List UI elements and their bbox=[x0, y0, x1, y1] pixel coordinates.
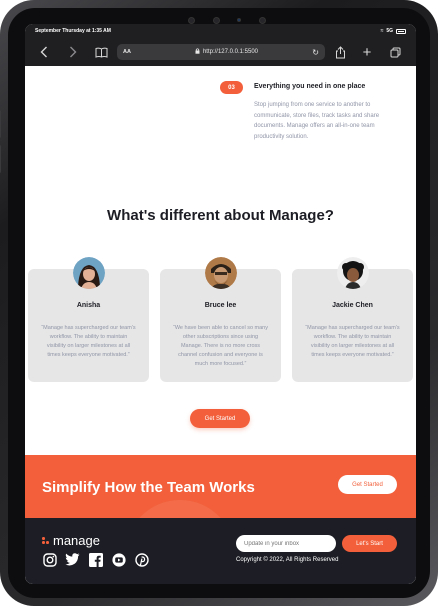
bookmarks-icon[interactable] bbox=[94, 45, 108, 59]
cta-get-started-button[interactable]: Get Started bbox=[338, 475, 397, 494]
battery-icon bbox=[396, 28, 406, 34]
youtube-icon[interactable] bbox=[111, 552, 126, 567]
testimonial-quote: “We have been able to cancel so many oth… bbox=[173, 325, 268, 367]
feature-number-badge: 03 bbox=[220, 81, 243, 94]
logo-text: manage bbox=[53, 533, 100, 548]
footer: manage Let's Start bbox=[25, 518, 416, 584]
feature-description: Stop jumping from one service to another… bbox=[254, 102, 380, 140]
sensor-dot bbox=[188, 16, 195, 24]
screen: September Thursday at 1:35 AM ≈ 5G AA ht… bbox=[25, 24, 416, 584]
chevron-right-icon[interactable] bbox=[66, 45, 80, 59]
volume-button bbox=[0, 110, 1, 138]
cta-title: Simplify How the Team Works bbox=[42, 479, 255, 496]
testimonial-name: Anisha bbox=[76, 302, 101, 309]
avatar bbox=[73, 257, 105, 289]
browser-toolbar: AA http://127.0.0.1:5500 ↻ + bbox=[25, 38, 416, 66]
signal-label: 5G bbox=[386, 28, 393, 34]
testimonials-heading: What's different about Manage? bbox=[107, 207, 334, 224]
newsletter-submit-button[interactable]: Let's Start bbox=[342, 535, 397, 552]
copyright-text: Copyright © 2022, All Rights Reserved bbox=[236, 557, 339, 563]
facebook-icon[interactable] bbox=[88, 552, 103, 567]
page-content: 03 Everything you need in one place Stop… bbox=[25, 66, 416, 584]
camera-lens bbox=[237, 18, 242, 22]
testimonial-quote: “Manage has supercharged our team’s work… bbox=[305, 325, 400, 358]
address-bar[interactable]: AA http://127.0.0.1:5500 ↻ bbox=[117, 44, 325, 60]
url-text: http://127.0.0.1:5500 bbox=[202, 49, 258, 55]
instagram-icon[interactable] bbox=[42, 552, 57, 567]
avatar bbox=[337, 257, 369, 289]
reload-icon[interactable]: ↻ bbox=[312, 48, 319, 57]
newsletter-input[interactable] bbox=[236, 535, 336, 552]
status-datetime: September Thursday at 1:35 AM bbox=[35, 28, 111, 34]
lock-icon bbox=[195, 48, 200, 56]
logo[interactable]: manage bbox=[42, 533, 100, 548]
avatar bbox=[205, 257, 237, 289]
sensor-dot bbox=[212, 16, 220, 24]
twitter-icon[interactable] bbox=[65, 552, 80, 567]
new-tab-icon[interactable]: + bbox=[360, 44, 374, 61]
decorative-circle bbox=[125, 500, 235, 518]
testimonial-quote: “Manage has supercharged our team’s work… bbox=[41, 325, 136, 358]
share-icon[interactable] bbox=[333, 45, 347, 59]
text-size-button[interactable]: AA bbox=[123, 49, 131, 55]
status-bar: September Thursday at 1:35 AM ≈ 5G bbox=[25, 24, 416, 38]
camera-bar bbox=[188, 16, 266, 24]
social-links bbox=[42, 552, 149, 567]
volume-button bbox=[0, 145, 1, 173]
wifi-icon: ≈ bbox=[380, 28, 384, 34]
sensor-dot bbox=[258, 16, 266, 24]
chevron-left-icon[interactable] bbox=[37, 45, 51, 59]
cta-banner: Simplify How the Team Works Get Started bbox=[25, 455, 416, 518]
tabs-overview-icon[interactable] bbox=[388, 45, 402, 59]
get-started-button[interactable]: Get Started bbox=[190, 409, 250, 428]
logo-mark-icon bbox=[42, 537, 49, 544]
pinterest-icon[interactable] bbox=[134, 552, 149, 567]
status-indicators: ≈ 5G bbox=[381, 28, 406, 34]
feature-title: Everything you need in one place bbox=[254, 83, 366, 90]
testimonial-name: Bruce lee bbox=[204, 302, 237, 309]
testimonial-name: Jackie Chen bbox=[332, 302, 373, 309]
